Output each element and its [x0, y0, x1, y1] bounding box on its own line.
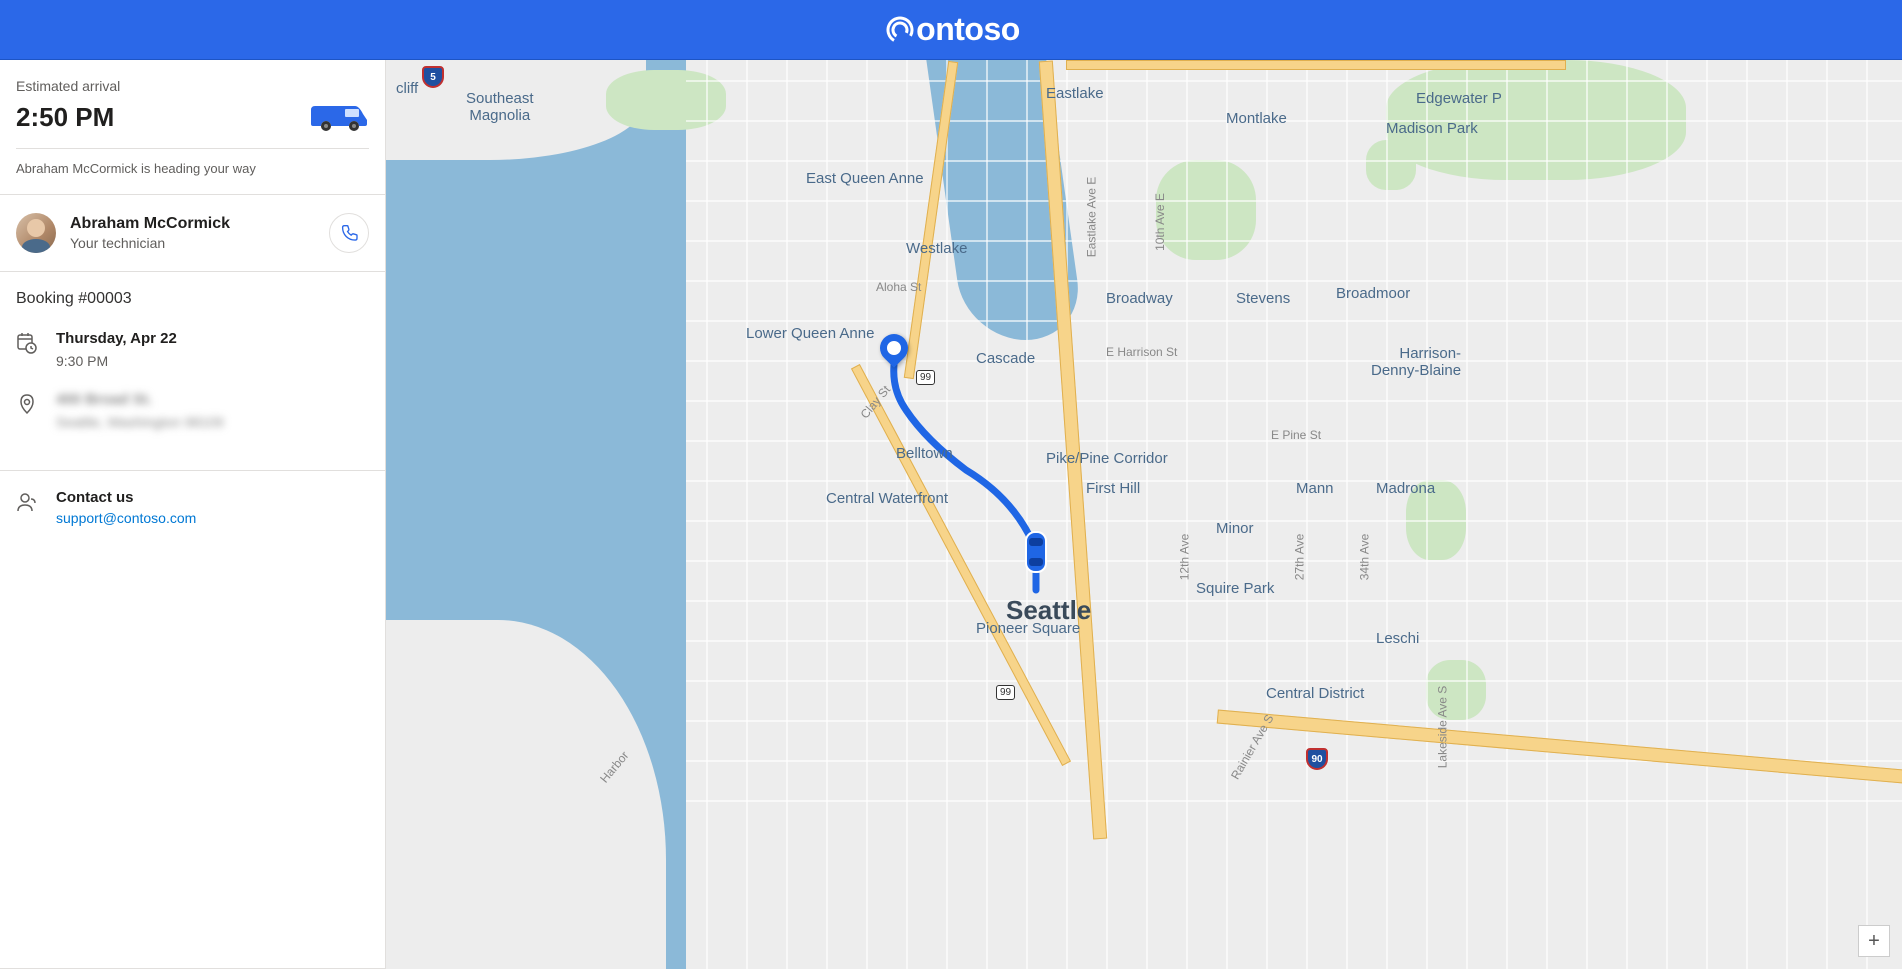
map-label: Edgewater P	[1416, 90, 1502, 107]
map-label: Montlake	[1226, 110, 1287, 127]
map-city-label: Seattle	[1006, 595, 1091, 626]
address-line1: 400 Broad St.	[56, 391, 224, 408]
map-street-label: E Pine St	[1271, 428, 1321, 442]
person-support-icon	[16, 489, 40, 526]
map-label: Leschi	[1376, 630, 1419, 647]
call-technician-button[interactable]	[329, 213, 369, 253]
map-label: Madison Park	[1386, 120, 1478, 137]
map-street-label: 27th Ave	[1292, 534, 1306, 581]
details-sidebar: Estimated arrival 2:50 PM Abraham McCorm…	[0, 60, 386, 969]
map-street-label: Lakeside Ave S	[1435, 686, 1449, 769]
contact-label: Contact us	[56, 489, 196, 506]
map-label: Squire Park	[1196, 580, 1274, 597]
map-label: Central Waterfront	[826, 490, 948, 507]
brand-name: ontoso	[916, 11, 1020, 48]
app-header: ontoso	[0, 0, 1902, 60]
map-street-label: E Harrison St	[1106, 345, 1177, 359]
map-label: Madrona	[1376, 480, 1435, 497]
map-street-label: Eastlake Ave E	[1084, 177, 1098, 258]
map-street-label: 10th Ave E	[1153, 193, 1167, 251]
eta-time: 2:50 PM	[16, 102, 114, 133]
booking-datetime: Thursday, Apr 22 9:30 PM	[16, 330, 369, 369]
booking-section: Booking #00003 Thursday, Apr 22 9:30 PM	[0, 272, 385, 471]
map-label: Minor	[1216, 520, 1254, 537]
map-street-label: 34th Ave	[1357, 534, 1371, 581]
technician-name: Abraham McCormick	[70, 215, 230, 233]
map-street-label: 12th Ave	[1177, 534, 1191, 581]
technician-section: Abraham McCormick Your technician	[0, 195, 385, 272]
map-label: SoutheastMagnolia	[466, 90, 534, 124]
map-label: Broadway	[1106, 290, 1173, 307]
map-label: Stevens	[1236, 290, 1290, 307]
map-label: Mann	[1296, 480, 1334, 497]
booking-date: Thursday, Apr 22	[56, 330, 177, 347]
hwy-shield: 99	[996, 685, 1015, 700]
contact-email-link[interactable]: support@contoso.com	[56, 510, 196, 526]
brand-logo: ontoso	[882, 11, 1020, 48]
contact-section: Contact us support@contoso.com	[0, 471, 385, 968]
address-line2: Seattle, Washington 98109	[56, 414, 224, 430]
eta-row: 2:50 PM	[16, 100, 369, 149]
map-label: Central District	[1266, 685, 1364, 702]
main-layout: Estimated arrival 2:50 PM Abraham McCorm…	[0, 60, 1902, 969]
booking-address: 400 Broad St. Seattle, Washington 98109	[16, 391, 369, 430]
map-label: Lower Queen Anne	[746, 325, 874, 342]
van-icon	[309, 100, 369, 134]
location-pin-icon	[16, 391, 40, 430]
booking-number: Booking #00003	[16, 290, 369, 308]
map-label: Belltown	[896, 445, 953, 462]
hwy-shield: 99	[916, 370, 935, 385]
interstate-shield: 90	[1306, 748, 1328, 770]
map-label: Broadmoor	[1336, 285, 1410, 302]
map-label: Cascade	[976, 350, 1035, 367]
logo-mark-icon	[882, 12, 918, 48]
phone-icon	[339, 223, 359, 243]
map-label: First Hill	[1086, 480, 1140, 497]
calendar-clock-icon	[16, 330, 40, 369]
map-street-label: Aloha St	[876, 280, 921, 294]
map-label: cliff	[396, 80, 418, 97]
technician-avatar	[16, 213, 56, 253]
eta-section: Estimated arrival 2:50 PM Abraham McCorm…	[0, 60, 385, 195]
vehicle-marker-icon	[1022, 528, 1050, 581]
map-label: Eastlake	[1046, 85, 1104, 102]
tracking-map[interactable]: // grid drawn after body parse below via…	[386, 60, 1902, 969]
map-label: East Queen Anne	[806, 170, 924, 187]
interstate-shield: 5	[422, 66, 444, 88]
map-label: Harrison-Denny-Blaine	[1371, 345, 1461, 379]
technician-role: Your technician	[70, 235, 230, 251]
booking-time: 9:30 PM	[56, 353, 177, 369]
map-label: Pike/Pine Corridor	[1046, 450, 1168, 467]
eta-label: Estimated arrival	[16, 78, 369, 94]
zoom-in-button[interactable]: +	[1858, 925, 1890, 957]
map-label: Westlake	[906, 240, 967, 257]
eta-message: Abraham McCormick is heading your way	[16, 161, 369, 176]
